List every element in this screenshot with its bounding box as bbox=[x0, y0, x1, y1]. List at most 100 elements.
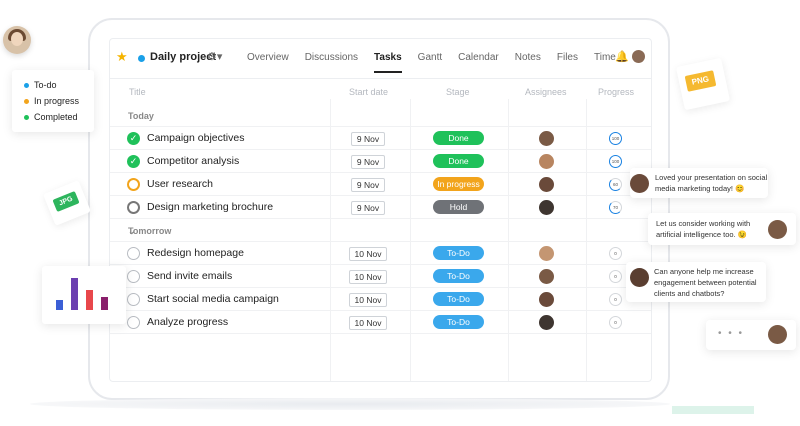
todo-icon[interactable] bbox=[127, 270, 140, 283]
todo-icon[interactable] bbox=[127, 247, 140, 260]
section-label: Tomorrow bbox=[128, 226, 172, 236]
legend-label: In progress bbox=[34, 96, 80, 106]
task-title[interactable]: Competitor analysis bbox=[147, 155, 239, 167]
task-title[interactable]: Design marketing brochure bbox=[147, 201, 273, 213]
avatar bbox=[768, 325, 787, 344]
progress-ring: 60 bbox=[609, 178, 622, 191]
column-header-title[interactable]: Title bbox=[129, 87, 146, 97]
start-date[interactable]: 10 Nov bbox=[349, 293, 387, 307]
decorative-strip bbox=[672, 406, 754, 414]
table-row[interactable]: Redesign homepage 10 Nov To-Do 0 bbox=[110, 242, 651, 265]
start-date[interactable]: 10 Nov bbox=[349, 247, 387, 261]
progress-ring: 0 bbox=[609, 247, 622, 260]
legend-item: In progress bbox=[24, 93, 94, 109]
column-header-assignees[interactable]: Assignees bbox=[525, 87, 567, 97]
chart-bar bbox=[101, 297, 108, 310]
legend-dot bbox=[24, 98, 29, 104]
avatar bbox=[630, 174, 649, 193]
stage-badge[interactable]: Done bbox=[433, 154, 484, 168]
tab-time[interactable]: Time bbox=[594, 52, 616, 73]
laptop-base-shadow bbox=[30, 398, 670, 410]
in-progress-icon[interactable] bbox=[127, 178, 140, 191]
stage-badge[interactable]: Done bbox=[433, 131, 484, 145]
section-tomorrow[interactable]: ⌄ Tomorrow bbox=[110, 220, 651, 242]
table-row[interactable]: Send invite emails 10 Nov To-Do 0 bbox=[110, 265, 651, 288]
stage-badge[interactable]: To-Do bbox=[433, 292, 484, 306]
tab-discussions[interactable]: Discussions bbox=[305, 52, 358, 73]
tab-gantt[interactable]: Gantt bbox=[418, 52, 442, 73]
table-row[interactable]: ✓ Campaign objectives 9 Nov Done 100 bbox=[110, 127, 651, 150]
table-row[interactable]: ✓ Competitor analysis 9 Nov Done 100 bbox=[110, 150, 651, 173]
task-title[interactable]: User research bbox=[147, 178, 213, 190]
stage-badge[interactable]: To-Do bbox=[433, 246, 484, 260]
legend-label: To-do bbox=[34, 80, 57, 90]
tab-notes[interactable]: Notes bbox=[515, 52, 541, 73]
task-title[interactable]: Redesign homepage bbox=[147, 247, 244, 259]
start-date[interactable]: 10 Nov bbox=[349, 270, 387, 284]
avatar bbox=[630, 268, 649, 287]
tab-overview[interactable]: Overview bbox=[247, 52, 289, 73]
column-header-stage[interactable]: Stage bbox=[446, 87, 470, 97]
table-row[interactable]: Analyze progress 10 Nov To-Do 0 bbox=[110, 311, 651, 334]
avatar[interactable] bbox=[539, 177, 554, 192]
task-title[interactable]: Send invite emails bbox=[147, 270, 232, 282]
avatar[interactable] bbox=[539, 154, 554, 169]
chat-text: Can anyone help me increase bbox=[654, 267, 754, 276]
bar-chart-icon bbox=[56, 278, 108, 310]
mini-bar-chart-card bbox=[42, 266, 126, 324]
tab-tasks[interactable]: Tasks bbox=[374, 52, 402, 73]
bell-icon[interactable]: 🔔 bbox=[615, 50, 629, 63]
section-today[interactable]: Today bbox=[110, 105, 651, 127]
stage-badge[interactable]: In progress bbox=[433, 177, 484, 191]
avatar-face bbox=[11, 32, 23, 46]
table-row[interactable]: Design marketing brochure 9 Nov Hold 70 bbox=[110, 196, 651, 219]
avatar[interactable] bbox=[539, 246, 554, 261]
legend-label: Completed bbox=[34, 112, 78, 122]
table-row[interactable]: Start social media campaign 10 Nov To-Do… bbox=[110, 288, 651, 311]
chart-bar bbox=[86, 290, 93, 310]
typing-indicator: • • • bbox=[718, 328, 745, 339]
tab-files[interactable]: Files bbox=[557, 52, 578, 73]
stage-badge[interactable]: To-Do bbox=[433, 269, 484, 283]
progress-ring: 70 bbox=[609, 201, 622, 214]
legend-dot bbox=[24, 82, 29, 88]
legend-item: To-do bbox=[24, 77, 94, 93]
progress-ring: 0 bbox=[609, 270, 622, 283]
avatar[interactable] bbox=[539, 131, 554, 146]
stage-badge[interactable]: To-Do bbox=[433, 315, 484, 329]
task-title[interactable]: Analyze progress bbox=[147, 316, 228, 328]
table-row[interactable]: User research 9 Nov In progress 60 bbox=[110, 173, 651, 196]
avatar[interactable] bbox=[539, 269, 554, 284]
task-title[interactable]: Start social media campaign bbox=[147, 293, 279, 305]
start-date[interactable]: 9 Nov bbox=[351, 178, 385, 192]
gear-icon[interactable]: ⚙▾ bbox=[207, 50, 222, 63]
column-header-start-date[interactable]: Start date bbox=[349, 87, 388, 97]
stage-badge[interactable]: Hold bbox=[433, 200, 484, 214]
start-date[interactable]: 10 Nov bbox=[349, 316, 387, 330]
start-date[interactable]: 9 Nov bbox=[351, 132, 385, 146]
project-header: ★ Daily project ⚙▾ Overview Discussions … bbox=[110, 39, 651, 79]
chat-text: clients and chatbots? bbox=[654, 289, 725, 298]
start-date[interactable]: 9 Nov bbox=[351, 201, 385, 215]
avatar[interactable] bbox=[539, 200, 554, 215]
column-header-progress[interactable]: Progress bbox=[598, 87, 634, 97]
avatar[interactable] bbox=[539, 292, 554, 307]
hold-icon[interactable] bbox=[127, 201, 140, 214]
start-date[interactable]: 9 Nov bbox=[351, 155, 385, 169]
section-label: Today bbox=[128, 111, 154, 121]
chart-bar bbox=[71, 278, 78, 310]
avatar[interactable] bbox=[632, 50, 645, 63]
chat-text: media marketing today! 😊 bbox=[655, 184, 745, 193]
task-title[interactable]: Campaign objectives bbox=[147, 132, 244, 144]
star-icon[interactable]: ★ bbox=[116, 49, 128, 65]
todo-icon[interactable] bbox=[127, 293, 140, 306]
chart-bar bbox=[56, 300, 63, 310]
avatar[interactable] bbox=[539, 315, 554, 330]
todo-icon[interactable] bbox=[127, 316, 140, 329]
progress-ring: 100 bbox=[609, 132, 622, 145]
check-icon[interactable]: ✓ bbox=[127, 132, 140, 145]
tab-calendar[interactable]: Calendar bbox=[458, 52, 499, 73]
chat-text: engagement between potential bbox=[654, 278, 757, 287]
app-window: ★ Daily project ⚙▾ Overview Discussions … bbox=[109, 38, 652, 382]
check-icon[interactable]: ✓ bbox=[127, 155, 140, 168]
